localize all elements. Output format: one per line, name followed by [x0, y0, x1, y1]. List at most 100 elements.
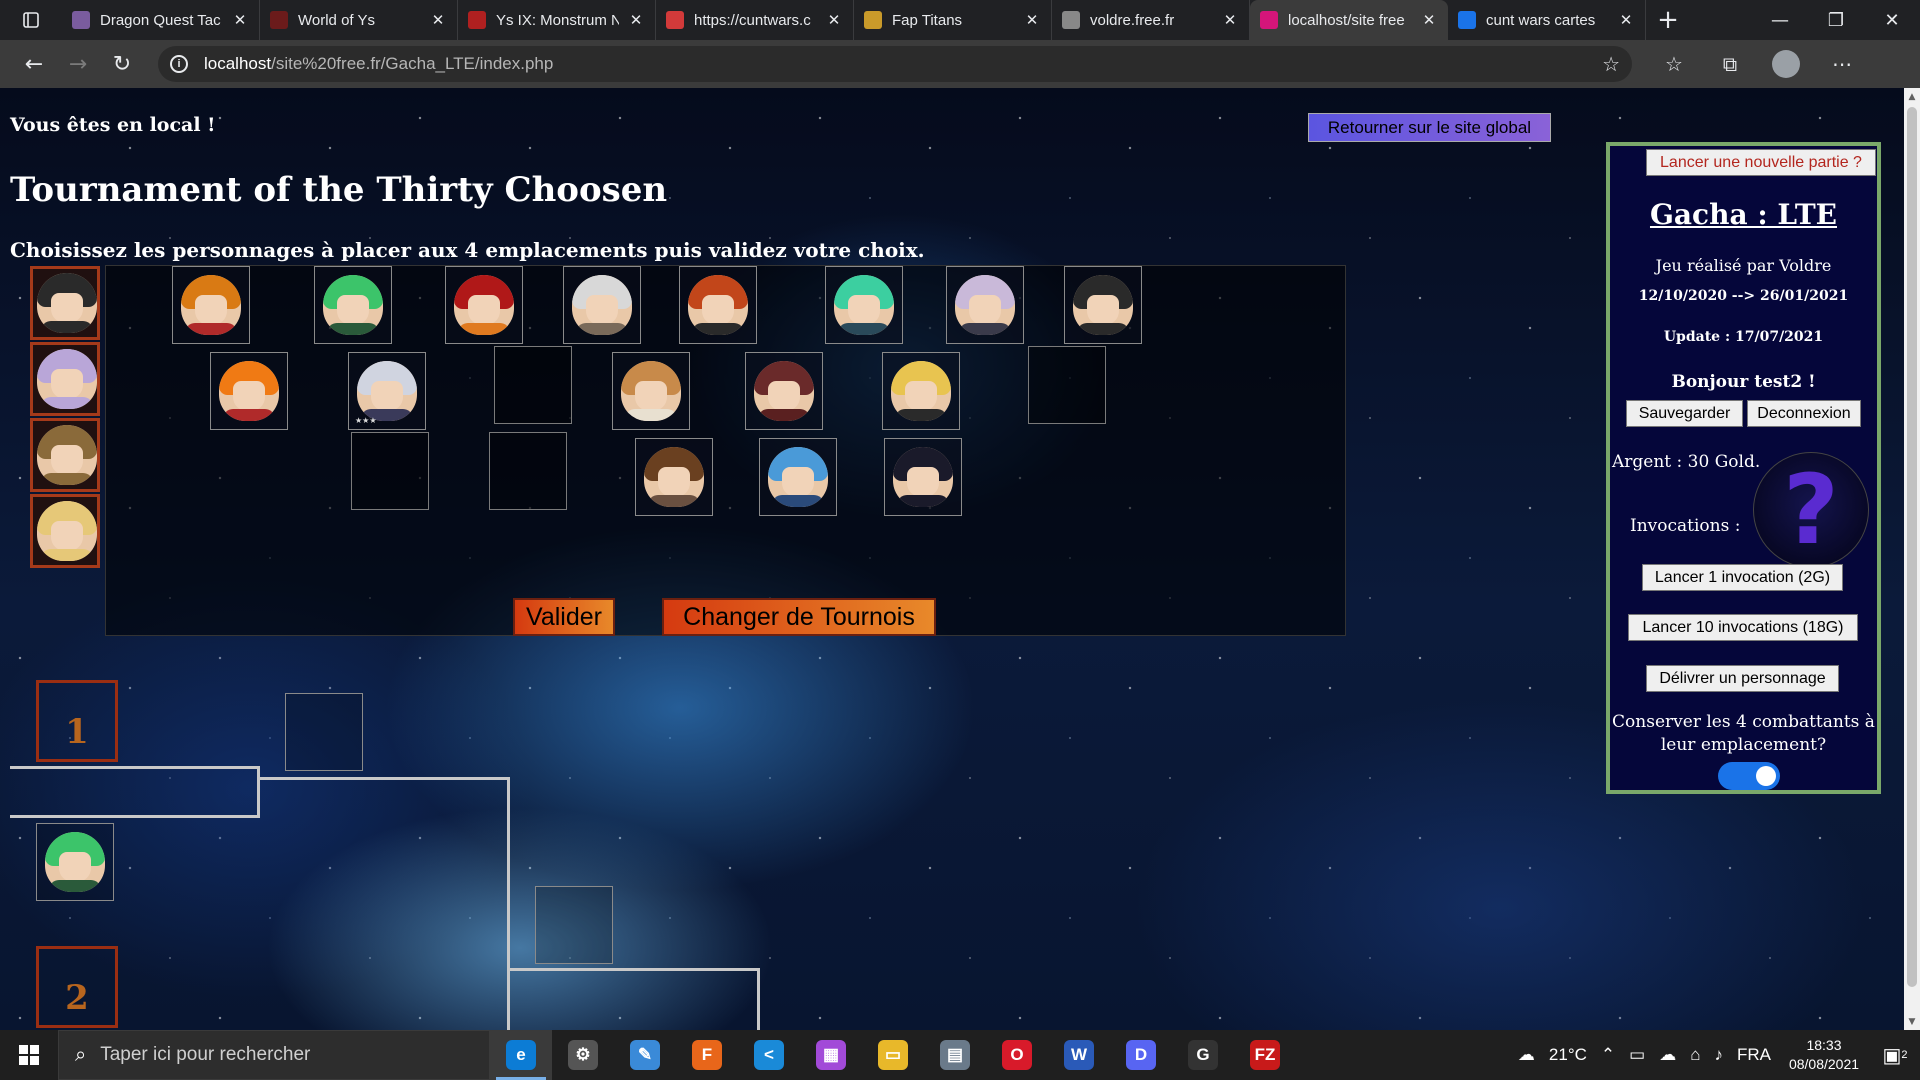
taskbar-app-filezilla[interactable]: FZ: [1234, 1030, 1296, 1080]
character-card[interactable]: [882, 352, 960, 430]
close-window-button[interactable]: ✕: [1864, 0, 1920, 40]
page-scrollbar[interactable]: ▲ ▼: [1904, 88, 1920, 1030]
tray-chevron-icon[interactable]: ⌃: [1601, 1045, 1615, 1065]
character-card[interactable]: [210, 352, 288, 430]
browser-tab[interactable]: https://cuntwars.c ✕: [656, 0, 854, 40]
collections-icon[interactable]: ⧉: [1702, 46, 1758, 82]
save-button[interactable]: Sauvegarder: [1626, 400, 1743, 427]
clock[interactable]: 18:33 08/08/2021: [1778, 1036, 1870, 1074]
favorites-icon[interactable]: ☆: [1646, 46, 1702, 82]
refresh-button[interactable]: ↻: [100, 46, 144, 82]
tab-close-icon[interactable]: ✕: [825, 11, 843, 29]
weather-icon[interactable]: ☁: [1518, 1045, 1535, 1065]
tab-close-icon[interactable]: ✕: [231, 11, 249, 29]
taskbar-search[interactable]: ⌕ Taper ici pour rechercher: [58, 1030, 490, 1080]
panel-title[interactable]: Gacha : LTE: [1610, 198, 1877, 231]
character-card[interactable]: [612, 352, 690, 430]
info-icon[interactable]: i: [170, 55, 188, 73]
empty-character-slot[interactable]: [351, 432, 429, 510]
character-card[interactable]: [679, 266, 757, 344]
taskbar-app-github[interactable]: G: [1172, 1030, 1234, 1080]
back-button[interactable]: ←: [12, 46, 56, 82]
character-card[interactable]: [745, 352, 823, 430]
tab-close-icon[interactable]: ✕: [1617, 11, 1635, 29]
scroll-up-arrow[interactable]: ▲: [1904, 88, 1920, 105]
taskbar-app-color-app[interactable]: ▦: [800, 1030, 862, 1080]
taskbar-app-opera[interactable]: O: [986, 1030, 1048, 1080]
validate-button[interactable]: Valider: [513, 598, 615, 636]
invoke-10-button[interactable]: Lancer 10 invocations (18G): [1628, 614, 1858, 641]
empty-character-slot[interactable]: [489, 432, 567, 510]
fighter-slot[interactable]: [30, 266, 100, 340]
toggle-knob: [1756, 766, 1776, 786]
tab-close-icon[interactable]: ✕: [429, 11, 447, 29]
onedrive-icon[interactable]: ☁: [1659, 1045, 1676, 1065]
taskbar-app-paint[interactable]: ✎: [614, 1030, 676, 1080]
taskbar-app-edge[interactable]: e: [490, 1030, 552, 1080]
character-card[interactable]: [1064, 266, 1142, 344]
character-card[interactable]: [314, 266, 392, 344]
character-card[interactable]: [759, 438, 837, 516]
language-indicator[interactable]: FRA: [1737, 1045, 1771, 1065]
tab-close-icon[interactable]: ✕: [1221, 11, 1239, 29]
profile-avatar[interactable]: [1758, 46, 1814, 82]
browser-tab[interactable]: localhost/site free ✕: [1250, 0, 1448, 40]
keep-fighters-toggle[interactable]: [1718, 762, 1780, 790]
temperature-text[interactable]: 21°C: [1549, 1045, 1587, 1065]
browser-tab[interactable]: cunt wars cartes ✕: [1448, 0, 1646, 40]
taskbar-app-app-2[interactable]: ⚙: [552, 1030, 614, 1080]
invoke-1-button[interactable]: Lancer 1 invocation (2G): [1642, 564, 1843, 591]
global-site-button[interactable]: Retourner sur le site global: [1308, 113, 1551, 142]
character-card[interactable]: [825, 266, 903, 344]
maximize-button[interactable]: ❐: [1808, 0, 1864, 40]
deliver-character-button[interactable]: Délivrer un personnage: [1646, 665, 1839, 692]
fighter-slot[interactable]: [30, 418, 100, 492]
browser-tab[interactable]: Dragon Quest Tac ✕: [62, 0, 260, 40]
empty-character-slot[interactable]: [1028, 346, 1106, 424]
browser-tab[interactable]: World of Ys ✕: [260, 0, 458, 40]
forward-button[interactable]: →: [56, 46, 100, 82]
scroll-down-arrow[interactable]: ▼: [1904, 1013, 1920, 1030]
taskbar-app-discord[interactable]: D: [1110, 1030, 1172, 1080]
more-menu-icon[interactable]: ⋯: [1814, 46, 1870, 82]
character-card[interactable]: [445, 266, 523, 344]
taskbar-app-vscode[interactable]: <: [738, 1030, 800, 1080]
notifications-button[interactable]: ▣ 2: [1870, 1030, 1920, 1080]
new-tab-button[interactable]: +: [1646, 0, 1690, 40]
character-card[interactable]: [172, 266, 250, 344]
character-card[interactable]: [884, 438, 962, 516]
taskbar-app-app-8[interactable]: ▤: [924, 1030, 986, 1080]
fighter-slot[interactable]: [30, 342, 100, 416]
new-game-button[interactable]: Lancer une nouvelle partie ?: [1646, 149, 1876, 176]
browser-tab[interactable]: Fap Titans ✕: [854, 0, 1052, 40]
portrait-body: [327, 323, 379, 335]
start-button[interactable]: [0, 1030, 58, 1080]
tab-actions-button[interactable]: [0, 0, 62, 40]
fighter-slot[interactable]: [30, 494, 100, 568]
character-card[interactable]: [946, 266, 1024, 344]
character-card[interactable]: [635, 438, 713, 516]
taskbar-app-word[interactable]: W: [1048, 1030, 1110, 1080]
address-bar[interactable]: i localhost/site%20free.fr/Gacha_LTE/ind…: [158, 46, 1632, 82]
volume-icon[interactable]: ♪: [1715, 1045, 1724, 1065]
tab-close-icon[interactable]: ✕: [627, 11, 645, 29]
taskbar-app-firefox[interactable]: F: [676, 1030, 738, 1080]
taskbar-app-file-explorer[interactable]: ▭: [862, 1030, 924, 1080]
battery-icon[interactable]: ▭: [1629, 1045, 1645, 1065]
bracket-slot[interactable]: [285, 693, 363, 771]
change-tournament-button[interactable]: Changer de Tournois: [662, 598, 936, 636]
character-card[interactable]: ★★★: [348, 352, 426, 430]
minimize-button[interactable]: —: [1752, 0, 1808, 40]
logout-button[interactable]: Deconnexion: [1747, 400, 1861, 427]
browser-tab[interactable]: voldre.free.fr ✕: [1052, 0, 1250, 40]
character-card[interactable]: [563, 266, 641, 344]
tab-close-icon[interactable]: ✕: [1420, 11, 1438, 29]
tab-close-icon[interactable]: ✕: [1023, 11, 1041, 29]
bracket-character-slot[interactable]: [36, 823, 114, 901]
browser-tab[interactable]: Ys IX: Monstrum N ✕: [458, 0, 656, 40]
bracket-slot[interactable]: [535, 886, 613, 964]
empty-character-slot[interactable]: [494, 346, 572, 424]
scroll-thumb[interactable]: [1907, 107, 1917, 987]
add-favorite-icon[interactable]: ☆: [1602, 52, 1620, 77]
network-icon[interactable]: ⌂: [1690, 1045, 1700, 1065]
